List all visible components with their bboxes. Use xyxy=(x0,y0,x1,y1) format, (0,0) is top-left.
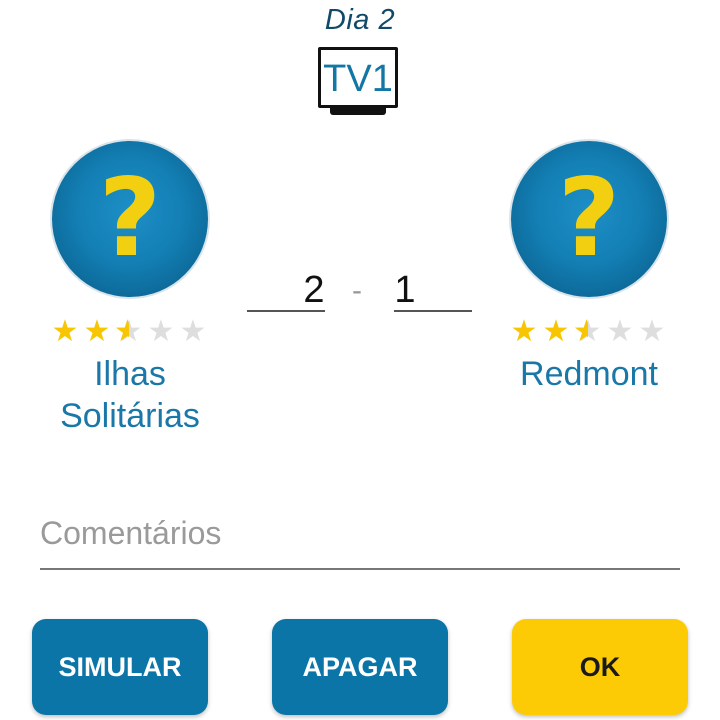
away-score-value: 1 xyxy=(394,269,416,311)
home-team-crest[interactable]: ? xyxy=(52,141,208,297)
home-score-input[interactable]: 2 xyxy=(247,270,325,312)
score-separator: - xyxy=(352,274,362,307)
star-half-icon: ★ xyxy=(114,317,144,348)
day-label: Dia 2 xyxy=(324,4,396,36)
star-empty-icon: ★ xyxy=(179,314,207,349)
star-empty-icon: ★ xyxy=(147,314,175,349)
away-team-name[interactable]: Redmont xyxy=(489,353,689,395)
home-score-value: 2 xyxy=(303,269,325,311)
channel-label: TV1 xyxy=(323,58,393,100)
tv-stand xyxy=(330,107,386,115)
simulate-button[interactable]: SIMULAR xyxy=(32,619,208,715)
home-team-rating: ★ ★ ★ ★ ★ xyxy=(50,314,208,349)
star-filled-icon: ★ xyxy=(51,314,79,349)
away-score-input[interactable]: 1 xyxy=(394,270,472,312)
comments-input[interactable] xyxy=(40,498,680,570)
home-team-name-line2: Solitárias xyxy=(60,397,200,435)
away-team-crest[interactable]: ? xyxy=(511,141,667,297)
star-filled-icon: ★ xyxy=(542,314,570,349)
away-team-rating: ★ ★ ★ ★ ★ xyxy=(509,314,667,349)
ok-button[interactable]: OK xyxy=(512,619,688,715)
star-empty-icon: ★ xyxy=(638,314,666,349)
star-filled-icon: ★ xyxy=(510,314,538,349)
star-empty-icon: ★ xyxy=(606,314,634,349)
question-mark-icon: ? xyxy=(98,156,162,281)
star-filled-icon: ★ xyxy=(83,314,111,349)
home-team-name-line1: Ilhas xyxy=(94,355,166,393)
question-mark-icon: ? xyxy=(557,156,621,281)
home-team-name[interactable]: Ilhas Solitárias xyxy=(30,353,230,437)
clear-button[interactable]: APAGAR xyxy=(272,619,448,715)
star-half-icon: ★ xyxy=(573,317,603,348)
